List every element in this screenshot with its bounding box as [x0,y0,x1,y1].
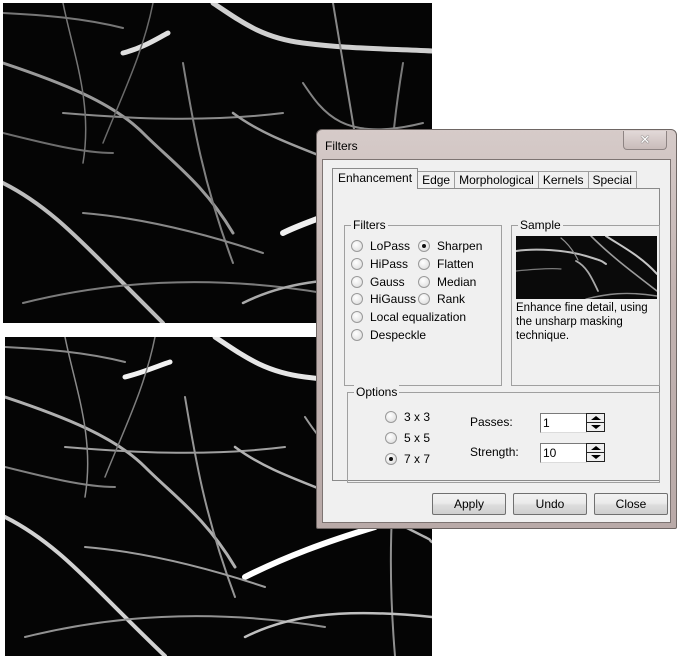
dialog-client-area: Enhancement Edge Morphological Kernels S… [322,159,671,523]
filters-group-label: Filters [351,218,388,232]
passes-increment-button[interactable] [587,414,604,423]
radio-label: Rank [437,292,466,306]
radio-higauss[interactable]: HiGauss [351,292,416,306]
radio-label: HiGauss [370,292,417,306]
radio-label: HiPass [370,257,409,271]
radio-indicator [418,293,430,305]
radio-indicator [385,411,397,423]
sample-group: Sample Enhance fine detail, using the un… [511,218,660,386]
sample-description: Enhance fine detail, using the unsharp m… [516,302,648,342]
tab-edge[interactable]: Edge [417,171,456,189]
strength-decrement-button[interactable] [587,453,604,461]
radio-indicator [351,258,363,270]
radio-lopass[interactable]: LoPass [351,239,410,253]
enhancement-panel: Filters LoPass Sharpen HiPass Flatten Ga… [332,188,660,483]
arrow-up-icon [590,446,601,450]
radio-rank[interactable]: Rank [418,292,465,306]
radio-flatten[interactable]: Flatten [418,257,474,271]
radio-label: 7 x 7 [404,452,431,466]
radio-label: Local equalization [370,310,467,324]
radio-label: Sharpen [437,239,483,253]
radio-hipass[interactable]: HiPass [351,257,408,271]
passes-input[interactable] [540,413,587,433]
window-close-button[interactable]: ✕ [623,131,667,150]
filters-dialog: Filters ✕ Enhancement Edge Morphological… [316,129,677,529]
radio-label: Median [437,275,477,289]
passes-label: Passes: [470,415,513,429]
options-group: Options 3 x 3 5 x 5 7 x 7 Passes: 1 Stre… [347,385,660,483]
passes-spinner [586,413,605,432]
radio-indicator-selected [418,240,430,252]
apply-button[interactable]: Apply [432,493,506,515]
radio-label: LoPass [370,239,411,253]
radio-label: Flatten [437,257,474,271]
tab-kernels[interactable]: Kernels [537,171,589,189]
close-x-icon: ✕ [639,132,651,147]
radio-label: Gauss [370,275,405,289]
title-bar[interactable]: Filters ✕ [317,130,676,160]
strength-spinner [586,443,605,462]
radio-kernel-7x7[interactable]: 7 x 7 [385,452,430,466]
radio-label: Despeckle [370,328,427,342]
radio-local-equalization[interactable]: Local equalization [351,310,466,324]
radio-median[interactable]: Median [418,275,476,289]
radio-kernel-3x3[interactable]: 3 x 3 [385,410,430,424]
arrow-down-icon [590,425,601,429]
radio-indicator [351,329,363,341]
tab-enhancement[interactable]: Enhancement [332,168,419,189]
tab-strip: Enhancement Edge Morphological Kernels S… [332,168,637,189]
radio-indicator-selected [385,453,397,465]
radio-indicator [351,276,363,288]
radio-indicator [351,240,363,252]
arrow-up-icon [590,416,601,420]
sample-group-label: Sample [518,218,563,232]
close-button[interactable]: Close [594,493,668,515]
strength-input[interactable] [540,443,587,463]
dialog-title: Filters [325,139,358,153]
tab-special[interactable]: Special [587,171,637,189]
radio-gauss[interactable]: Gauss [351,275,405,289]
radio-indicator [351,311,363,323]
radio-sharpen[interactable]: Sharpen [418,239,482,253]
filters-group: Filters LoPass Sharpen HiPass Flatten Ga… [344,218,502,386]
sample-preview-image [516,236,657,299]
tab-morphological[interactable]: Morphological [454,171,539,189]
radio-kernel-5x5[interactable]: 5 x 5 [385,431,430,445]
radio-label: 5 x 5 [404,431,431,445]
radio-indicator [351,293,363,305]
passes-decrement-button[interactable] [587,423,604,431]
radio-indicator [418,258,430,270]
radio-indicator [418,276,430,288]
strength-increment-button[interactable] [587,444,604,453]
undo-button[interactable]: Undo [513,493,587,515]
radio-despeckle[interactable]: Despeckle [351,328,426,342]
strength-label: Strength: [470,445,519,459]
radio-indicator [385,432,397,444]
radio-label: 3 x 3 [404,410,431,424]
options-group-label: Options [354,385,400,399]
arrow-down-icon [590,455,601,459]
sample-fiber-image [516,236,657,299]
